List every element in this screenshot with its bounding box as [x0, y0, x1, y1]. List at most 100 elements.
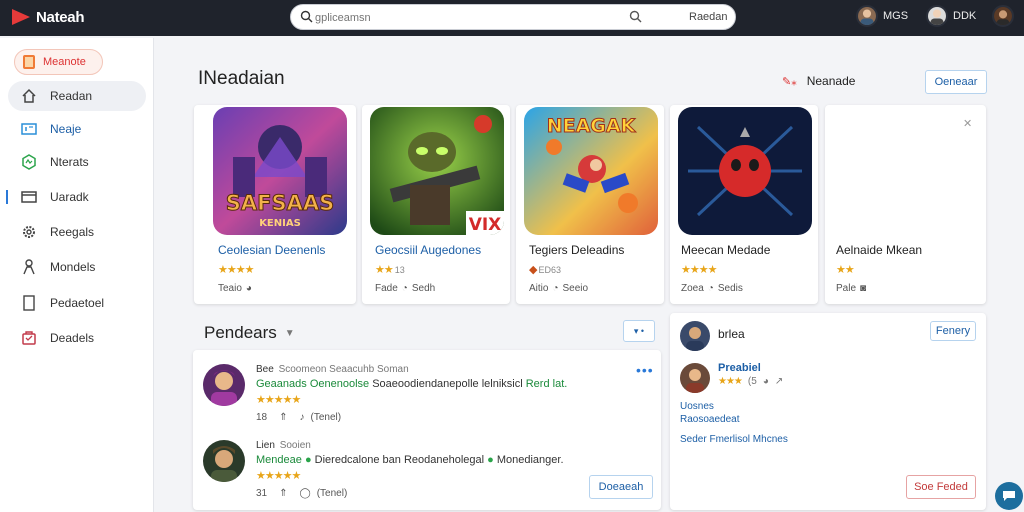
hexagon-icon — [20, 153, 38, 171]
rating-count: 13 — [394, 264, 405, 275]
side-panel: brlea Fenery Preabiel ★★★ (5 ◕ ↗ Uosnes … — [670, 313, 986, 510]
rating-count: (5 — [747, 376, 757, 387]
game-card[interactable]: ✕ Aelnaide Mkean ★★ Pale ◙ — [825, 105, 986, 304]
reply-count[interactable]: (Tenel) — [317, 488, 348, 499]
reply-count[interactable]: (Tenel) — [311, 412, 342, 423]
game-meta: Pale ◙ — [836, 283, 866, 294]
rating-stars: ★★★ — [718, 376, 743, 387]
chat-icon[interactable]: ◙ — [860, 283, 866, 294]
game-rating: ★★ 13 — [375, 263, 405, 276]
like-count: 18 — [256, 412, 268, 423]
game-title[interactable]: Meecan Medade — [681, 243, 770, 257]
more-options-icon[interactable]: ••• — [636, 362, 654, 378]
chat-icon[interactable]: ◕ — [246, 283, 252, 294]
avatar[interactable] — [203, 440, 245, 482]
sidebar-item-store[interactable]: Deadels — [8, 323, 146, 353]
review-user[interactable]: Lien Sooien — [256, 440, 311, 451]
share-icon[interactable]: ⇑ — [279, 488, 287, 499]
review-username: Lien — [256, 440, 275, 451]
top-user-1[interactable]: MGS — [856, 5, 908, 27]
sidebar-item-models[interactable]: Mondels — [8, 252, 146, 282]
sidebar-item-home[interactable]: Readan — [8, 81, 146, 111]
review-highlight: Geaanads Oenenoolse — [256, 378, 370, 390]
folder-icon — [20, 188, 38, 206]
game-meta: Teaio ◕ — [218, 283, 252, 294]
side-panel-link[interactable]: Raosoaedeat — [680, 414, 740, 425]
document-icon — [20, 294, 38, 312]
sidebar-brand[interactable]: Meanote — [14, 49, 103, 75]
review-highlight: Mendeae — [256, 454, 302, 466]
svg-text:NEAGAK: NEAGAK — [547, 115, 637, 137]
reply-icon[interactable]: ◯ — [300, 488, 311, 499]
game-title[interactable]: Geocsiil Augedones — [375, 243, 481, 257]
chat-icon[interactable]: ◕ — [763, 376, 769, 387]
reviews-toggle-button[interactable]: ▾ • — [623, 320, 655, 342]
game-title[interactable]: Aelnaide Mkean — [836, 243, 922, 257]
avatar[interactable] — [203, 364, 245, 406]
game-card[interactable]: Meecan Medade ★★★★ Zoea ◔ Sedis — [670, 105, 818, 304]
chat-icon[interactable]: ◔ — [708, 283, 714, 294]
game-card[interactable]: NEAGAK Tegiers Deleadins ◆ ED63 Aitio ◔ … — [516, 105, 664, 304]
game-card[interactable]: VIX Geocsiil Augedones ★★ 13 Fade ◔ Sedh — [362, 105, 510, 304]
app-logo[interactable]: Nateah — [12, 6, 85, 28]
sidebar-item-label: Readan — [50, 89, 93, 103]
side-panel-link[interactable]: Uosnes — [680, 401, 714, 412]
brand-icon — [23, 55, 35, 69]
sidebar-item-label: Nterats — [50, 155, 89, 169]
logo-mark-icon — [12, 8, 32, 26]
chat-fab[interactable] — [995, 482, 1023, 510]
side-panel-link[interactable]: Seder Fmerlisol Mhcnes — [680, 434, 788, 445]
game-card[interactable]: SAFSAAS KENIAS Ceolesian Deenenls ★★★★ T… — [194, 105, 356, 304]
search-submit-icon[interactable] — [629, 10, 642, 23]
review-stars: ★★★★★ — [256, 394, 301, 406]
game-title[interactable]: Tegiers Deleadins — [529, 243, 624, 257]
game-title[interactable]: Ceolesian Deenenls — [218, 243, 325, 257]
reviews-footer-button[interactable]: Doeaeah — [589, 475, 653, 499]
top-user-2[interactable]: DDK — [926, 5, 976, 27]
search-action-label[interactable]: Raedan — [689, 11, 728, 23]
review-actions: 31 ⇑ ◯ (Tenel) — [256, 488, 359, 499]
status-dot-icon: ● — [487, 454, 494, 466]
rating-count: ED63 — [538, 264, 561, 275]
profile-avatar[interactable] — [992, 5, 1014, 27]
review-body: Soaeoodiendanepolle lelniksicl — [372, 378, 523, 390]
game-cover-image: VIX — [370, 107, 504, 235]
review-user-sub: Scoomeon Seaacuhb Soman — [278, 364, 409, 375]
review-text: Mendeae ● Dieredcalone ban Reodaneholega… — [256, 454, 564, 466]
rating-stars: ◆ — [529, 264, 538, 276]
sidebar-item-settings[interactable]: Reegals — [8, 217, 146, 247]
sidebar-item-label: Mondels — [50, 260, 96, 274]
reply-icon[interactable]: ♪ — [300, 412, 305, 423]
header-action-button[interactable]: Oeneaar — [925, 70, 987, 94]
side-panel-rating: ★★★ (5 ◕ ↗ — [718, 376, 783, 387]
search-input[interactable] — [315, 9, 615, 27]
sidebar-item-stats[interactable]: Nterats — [8, 147, 146, 177]
status-dot-icon: ● — [304, 454, 312, 466]
sidebar-item-documents[interactable]: Pedaetoel — [8, 288, 146, 318]
avatar[interactable] — [680, 321, 710, 351]
sidebar-item-profile[interactable]: Neaje — [8, 114, 146, 144]
avatar[interactable] — [680, 363, 710, 393]
game-rating: ◆ ED63 — [529, 263, 561, 276]
search-bar[interactable]: Raedan — [290, 4, 736, 30]
sidebar-brand-label: Meanote — [43, 56, 86, 68]
share-icon[interactable]: ⇑ — [279, 412, 287, 423]
sidebar-item-library[interactable]: Uaradk — [6, 182, 146, 212]
home-icon — [20, 87, 38, 105]
gear-icon — [20, 223, 38, 241]
filter-tag[interactable]: ✎⁎ Neanade — [782, 74, 855, 88]
side-panel-item-title[interactable]: Preabiel — [718, 362, 761, 374]
chat-icon[interactable]: ◔ — [402, 283, 408, 294]
reviews-section-title[interactable]: Pendears ▼ — [204, 323, 295, 343]
review-user[interactable]: Bee Scoomeon Seaacuhb Soman — [256, 364, 409, 375]
game-rating: ★★ — [836, 263, 856, 276]
game-meta-label: Pale — [836, 283, 857, 294]
id-card-icon — [20, 120, 38, 138]
chat-icon[interactable]: ◔ — [552, 283, 558, 294]
side-panel-action-button[interactable]: Soe Feded — [906, 475, 976, 499]
avatar — [856, 5, 878, 27]
game-cover-image: SAFSAAS KENIAS — [213, 107, 347, 235]
close-icon[interactable]: ✕ — [963, 117, 972, 130]
chevron-down-icon[interactable]: ▼ — [285, 328, 295, 339]
side-panel-header-button[interactable]: Fenery — [930, 321, 976, 341]
